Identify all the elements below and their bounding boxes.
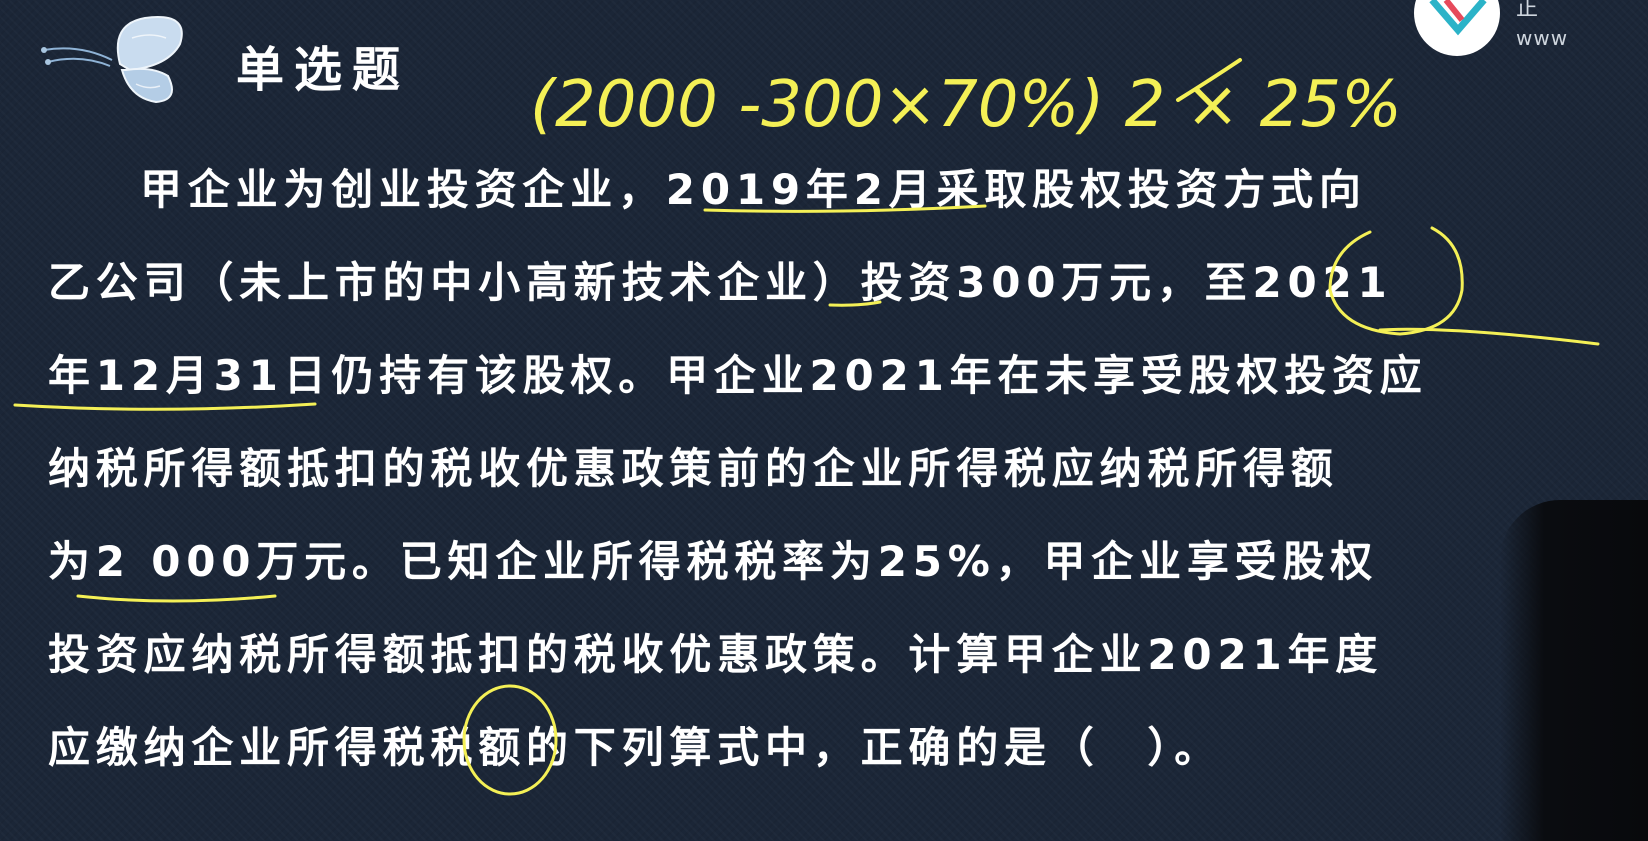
ink-circle: [1328, 226, 1464, 336]
ink-circle: [462, 684, 558, 796]
ink-underline: [703, 204, 987, 213]
ink-underline: [76, 594, 277, 603]
ink-underline: [828, 300, 882, 307]
handwritten-formula: (2000 -300×70%) 2 × 25%: [530, 68, 1402, 142]
handwriting-layer: (2000 -300×70%) 2 × 25%: [13, 58, 1600, 796]
slide: 单选题 甲企业为创业投资企业，2019年2月采取股权投资方式向 乙公司（未上市的…: [0, 0, 1648, 841]
ink-underline: [13, 402, 317, 411]
